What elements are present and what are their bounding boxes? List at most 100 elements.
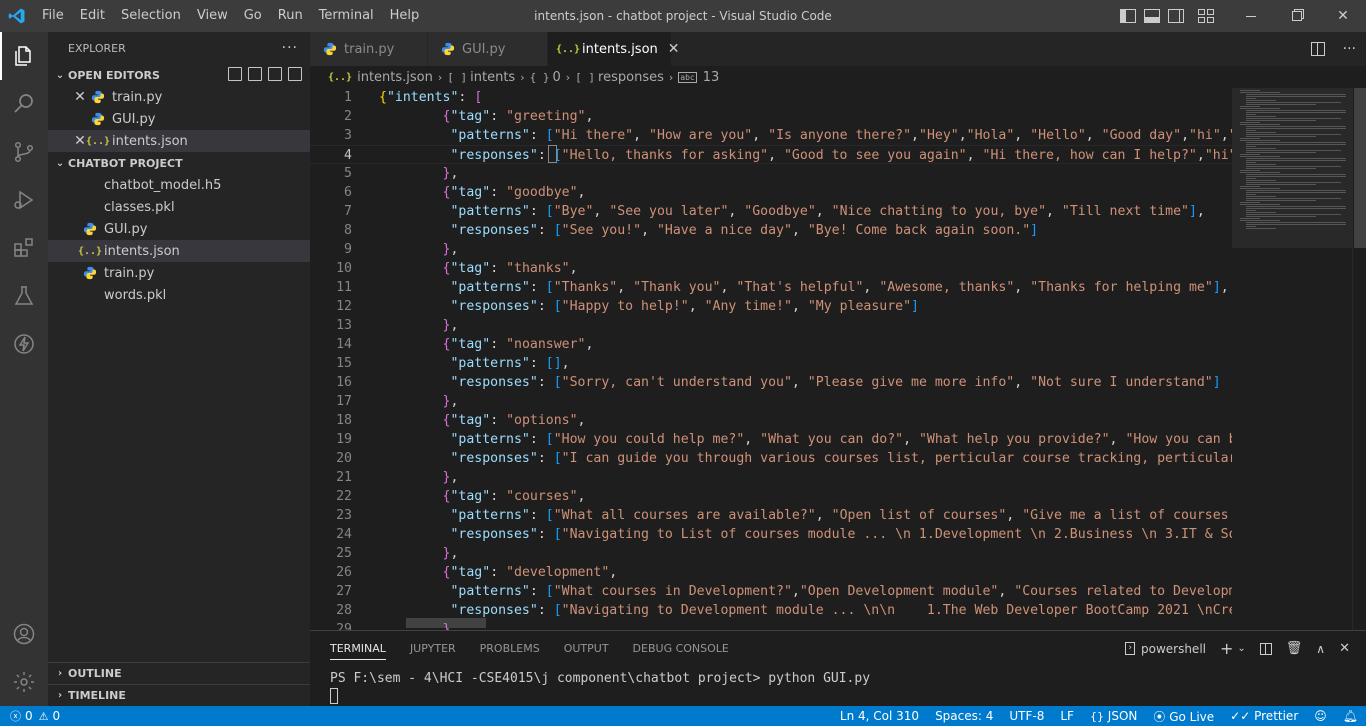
problems-status[interactable]: ⓧ 0 ⚠ 0 bbox=[0, 708, 60, 724]
code-line[interactable]: 8 "responses": ["See you!", "Have a nice… bbox=[310, 221, 1232, 240]
code-line[interactable]: 3 "patterns": ["Hi there", "How are you"… bbox=[310, 126, 1232, 145]
collapse-icon[interactable] bbox=[288, 67, 302, 81]
minimize-button[interactable] bbox=[1228, 0, 1274, 32]
file-tree-item[interactable]: {..} intents.json bbox=[48, 240, 310, 262]
code-line[interactable]: 27 "patterns": ["What courses in Develop… bbox=[310, 582, 1232, 601]
panel-tab-output[interactable]: OUTPUT bbox=[564, 631, 609, 666]
file-tree-item[interactable]: train.py bbox=[48, 262, 310, 284]
file-tree-item[interactable]: words.pkl bbox=[48, 284, 310, 306]
panel-tab-jupyter[interactable]: JUPYTER bbox=[410, 631, 456, 666]
notifications-bell-icon[interactable]: 🔔︎ bbox=[1343, 709, 1358, 723]
code-line[interactable]: 7 "patterns": ["Bye", "See you later", "… bbox=[310, 202, 1232, 221]
menu-help[interactable]: Help bbox=[382, 0, 428, 32]
scrollbar-thumb[interactable] bbox=[1354, 88, 1366, 248]
code-line[interactable]: 11 "patterns": ["Thanks", "Thank you", "… bbox=[310, 278, 1232, 297]
close-icon[interactable]: ✕ bbox=[72, 89, 88, 105]
restore-button[interactable] bbox=[1274, 0, 1320, 32]
cursor-position[interactable]: Ln 4, Col 310 bbox=[840, 709, 919, 723]
outline-header[interactable]: › OUTLINE bbox=[48, 662, 310, 684]
customize-layout-icon[interactable] bbox=[1198, 9, 1214, 23]
code-line[interactable]: 23 "patterns": ["What all courses are av… bbox=[310, 506, 1232, 525]
menu-terminal[interactable]: Terminal bbox=[311, 0, 382, 32]
open-editor-item[interactable]: ✕ {..} intents.json bbox=[48, 130, 310, 152]
toggle-secondary-sidebar-icon[interactable] bbox=[1168, 9, 1184, 23]
chevron-down-icon[interactable]: ⌄ bbox=[1237, 643, 1245, 654]
account-icon[interactable] bbox=[0, 610, 48, 658]
code-line[interactable]: 10 {"tag": "thanks", bbox=[310, 259, 1232, 278]
menu-edit[interactable]: Edit bbox=[72, 0, 113, 32]
code-line[interactable]: 26 {"tag": "development", bbox=[310, 563, 1232, 582]
breadcrumb-responses[interactable]: responses bbox=[598, 70, 664, 85]
more-actions-icon[interactable]: ··· bbox=[282, 40, 298, 56]
code-line[interactable]: 13 }, bbox=[310, 316, 1232, 335]
new-untitled-file-icon[interactable] bbox=[228, 67, 242, 81]
language-mode[interactable]: {} JSON bbox=[1090, 709, 1137, 723]
code-line[interactable]: 9 }, bbox=[310, 240, 1232, 259]
file-tree-item[interactable]: GUI.py bbox=[48, 218, 310, 240]
code-editor[interactable]: 1 {"intents": [2 {"tag": "greeting", 3 "pa… bbox=[310, 88, 1232, 630]
code-line[interactable]: 15 "patterns": [], bbox=[310, 354, 1232, 373]
code-line[interactable]: 25 }, bbox=[310, 544, 1232, 563]
file-tree-item[interactable]: chatbot_model.h5 bbox=[48, 174, 310, 196]
menu-file[interactable]: File bbox=[34, 0, 72, 32]
code-line[interactable]: 18 {"tag": "options", bbox=[310, 411, 1232, 430]
lightning-icon[interactable] bbox=[0, 320, 48, 368]
menu-view[interactable]: View bbox=[189, 0, 236, 32]
menu-selection[interactable]: Selection bbox=[113, 0, 189, 32]
open-editor-item[interactable]: GUI.py bbox=[48, 108, 310, 130]
code-line[interactable]: 5 }, bbox=[310, 164, 1232, 183]
new-terminal-icon[interactable]: + bbox=[1220, 639, 1233, 658]
panel-tab-terminal[interactable]: TERMINAL bbox=[330, 631, 386, 666]
source-control-icon[interactable] bbox=[0, 128, 48, 176]
code-line[interactable]: 20 "responses": ["I can guide you throug… bbox=[310, 449, 1232, 468]
toggle-panel-icon[interactable] bbox=[1144, 9, 1160, 23]
close-window-button[interactable]: ✕ bbox=[1320, 0, 1366, 32]
code-line[interactable]: 22 {"tag": "courses", bbox=[310, 487, 1232, 506]
breadcrumb-count[interactable]: 13 bbox=[703, 70, 720, 85]
menu-run[interactable]: Run bbox=[270, 0, 311, 32]
tab-train-py[interactable]: train.py bbox=[310, 32, 428, 66]
toggle-primary-sidebar-icon[interactable] bbox=[1120, 9, 1136, 23]
code-line[interactable]: 16 "responses": ["Sorry, can't understan… bbox=[310, 373, 1232, 392]
code-line[interactable]: 21 }, bbox=[310, 468, 1232, 487]
code-line[interactable]: 19 "patterns": ["How you could help me?"… bbox=[310, 430, 1232, 449]
code-line[interactable]: 4 "responses": ["Hello, thanks for askin… bbox=[310, 145, 1232, 164]
prettier-status[interactable]: ✓✓ Prettier bbox=[1230, 709, 1298, 723]
explorer-icon[interactable] bbox=[0, 32, 48, 80]
split-terminal-icon[interactable] bbox=[1259, 642, 1272, 655]
code-line[interactable]: 1 {"intents": [ bbox=[310, 88, 1232, 107]
terminal-selector[interactable]: › powershell bbox=[1125, 642, 1206, 656]
file-tree-item[interactable]: classes.pkl bbox=[48, 196, 310, 218]
terminal-output[interactable]: PS F:\sem - 4\HCI -CSE4015\j component\c… bbox=[330, 671, 870, 686]
split-editor-icon[interactable] bbox=[1310, 42, 1325, 56]
chatbot-project-header[interactable]: ⌄ CHATBOT PROJECT bbox=[48, 152, 310, 174]
save-all-icon[interactable] bbox=[248, 67, 262, 81]
trash-icon[interactable]: 🗑 bbox=[1286, 641, 1303, 656]
extensions-icon[interactable] bbox=[0, 224, 48, 272]
code-line[interactable]: 14 {"tag": "noanswer", bbox=[310, 335, 1232, 354]
code-line[interactable]: 28 "responses": ["Navigating to Developm… bbox=[310, 601, 1232, 620]
breadcrumb-file[interactable]: intents.json bbox=[357, 70, 433, 85]
run-debug-icon[interactable] bbox=[0, 176, 48, 224]
manage-gear-icon[interactable] bbox=[0, 658, 48, 706]
end-of-line[interactable]: LF bbox=[1060, 709, 1074, 723]
code-line[interactable]: 17 }, bbox=[310, 392, 1232, 411]
code-line[interactable]: 2 {"tag": "greeting", bbox=[310, 107, 1232, 126]
close-all-editors-icon[interactable] bbox=[268, 67, 282, 81]
encoding[interactable]: UTF-8 bbox=[1009, 709, 1044, 723]
close-panel-icon[interactable]: ✕ bbox=[1339, 641, 1350, 656]
tab-gui-py[interactable]: GUI.py bbox=[428, 32, 548, 66]
panel-tab-debug-console[interactable]: DEBUG CONSOLE bbox=[633, 631, 729, 666]
open-editor-item[interactable]: ✕ train.py bbox=[48, 86, 310, 108]
menu-go[interactable]: Go bbox=[236, 0, 270, 32]
code-line[interactable]: 29 } bbox=[310, 620, 1232, 630]
maximize-panel-icon[interactable]: ∧ bbox=[1316, 642, 1325, 656]
open-editors-header[interactable]: ⌄ OPEN EDITORS bbox=[48, 64, 310, 86]
tab-intents-json[interactable]: {..} intents.json ✕ bbox=[548, 32, 680, 66]
search-icon[interactable] bbox=[0, 80, 48, 128]
indentation[interactable]: Spaces: 4 bbox=[935, 709, 993, 723]
code-line[interactable]: 12 "responses": ["Happy to help!", "Any … bbox=[310, 297, 1232, 316]
close-icon[interactable]: ✕ bbox=[668, 41, 680, 57]
breadcrumb-index[interactable]: 0 bbox=[552, 70, 560, 85]
go-live-button[interactable]: ⦿ Go Live bbox=[1153, 708, 1214, 725]
